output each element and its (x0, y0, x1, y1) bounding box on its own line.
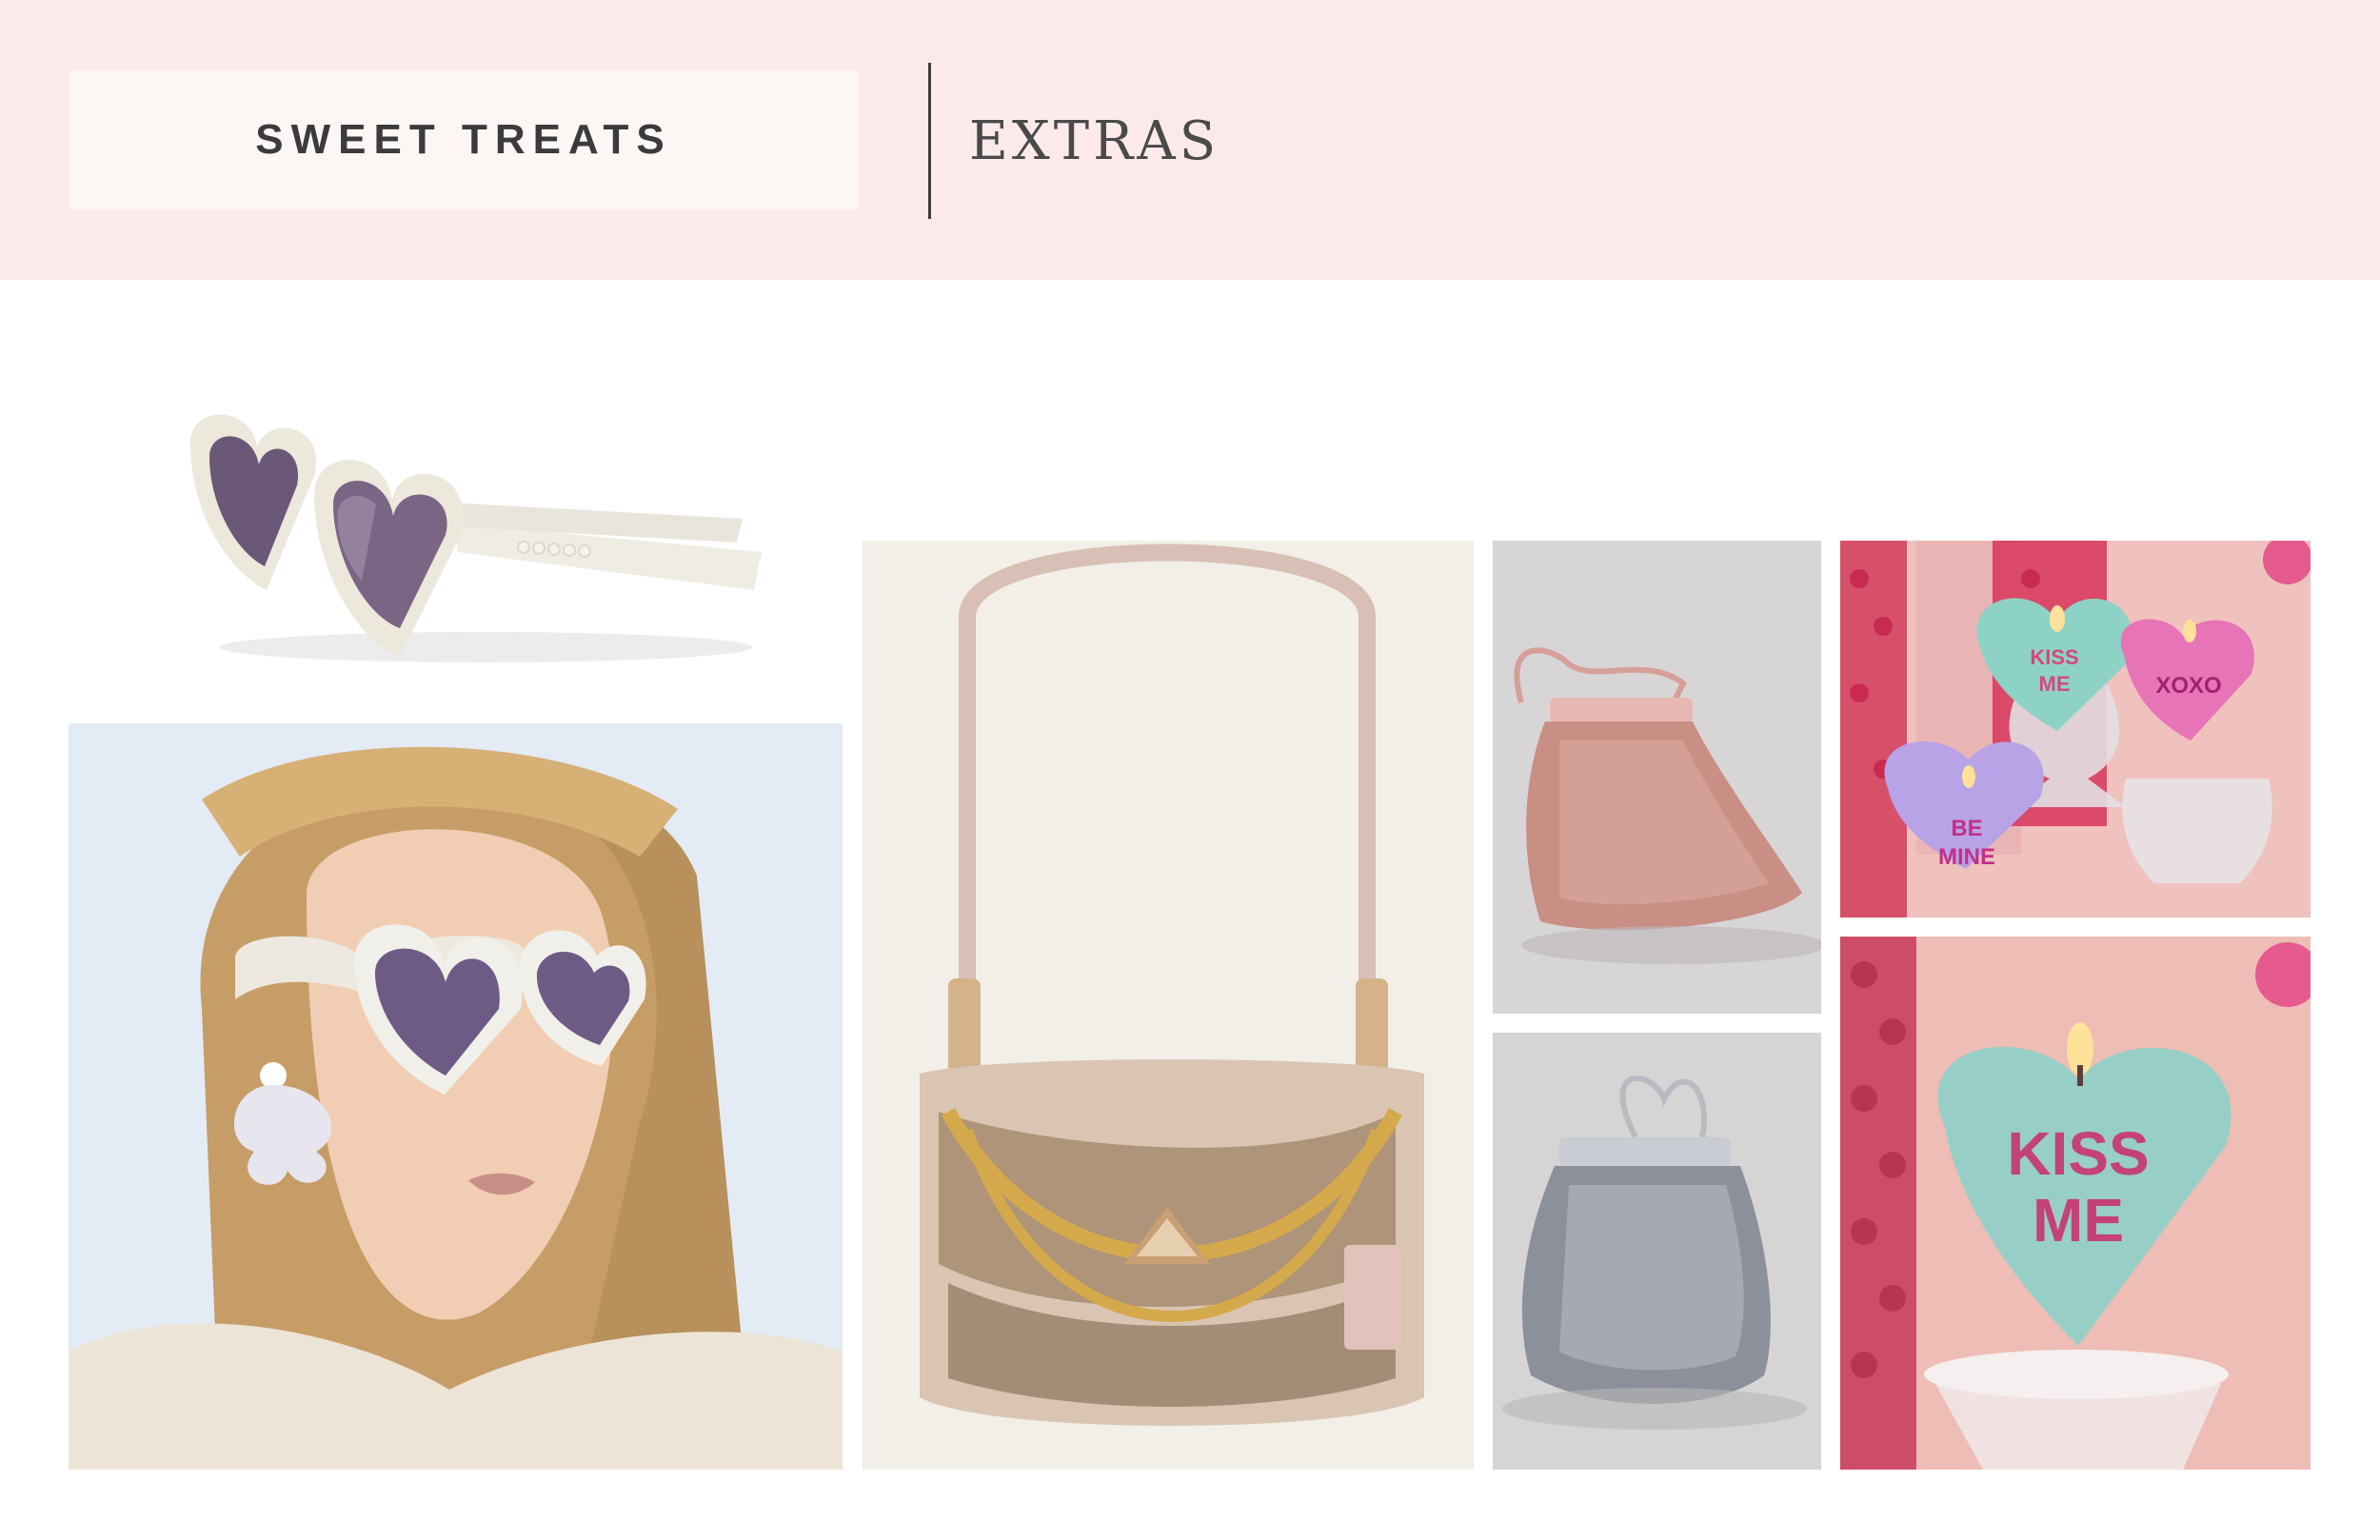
candle-text-me-large: ME (2033, 1186, 2124, 1254)
candle-text-kiss-large: KISS (2007, 1119, 2149, 1188)
candle-text-me: ME (2039, 672, 2071, 696)
header-divider (928, 63, 931, 219)
sequin-bag-photo (863, 541, 1474, 1470)
model-photo (69, 723, 843, 1470)
heart-candles-group-photo: KISS ME XOXO BE MINE (1840, 541, 2311, 918)
heart-sunglasses-image (171, 409, 781, 676)
candle-text-mine: MINE (1938, 844, 1995, 870)
kiss-me-candle-photo: KISS ME (1840, 937, 2311, 1470)
title-box: SWEET TREATS (69, 70, 859, 209)
candle-text-be: BE (1951, 816, 1982, 841)
page-title: SWEET TREATS (255, 116, 672, 163)
pink-mesh-bag-photo (1493, 541, 1821, 1014)
section-label: EXTRAS (969, 109, 1220, 172)
silver-mesh-bag-photo (1493, 1033, 1821, 1470)
candle-text-xoxo: XOXO (2155, 673, 2221, 699)
candle-text-kiss: KISS (2030, 645, 2078, 669)
